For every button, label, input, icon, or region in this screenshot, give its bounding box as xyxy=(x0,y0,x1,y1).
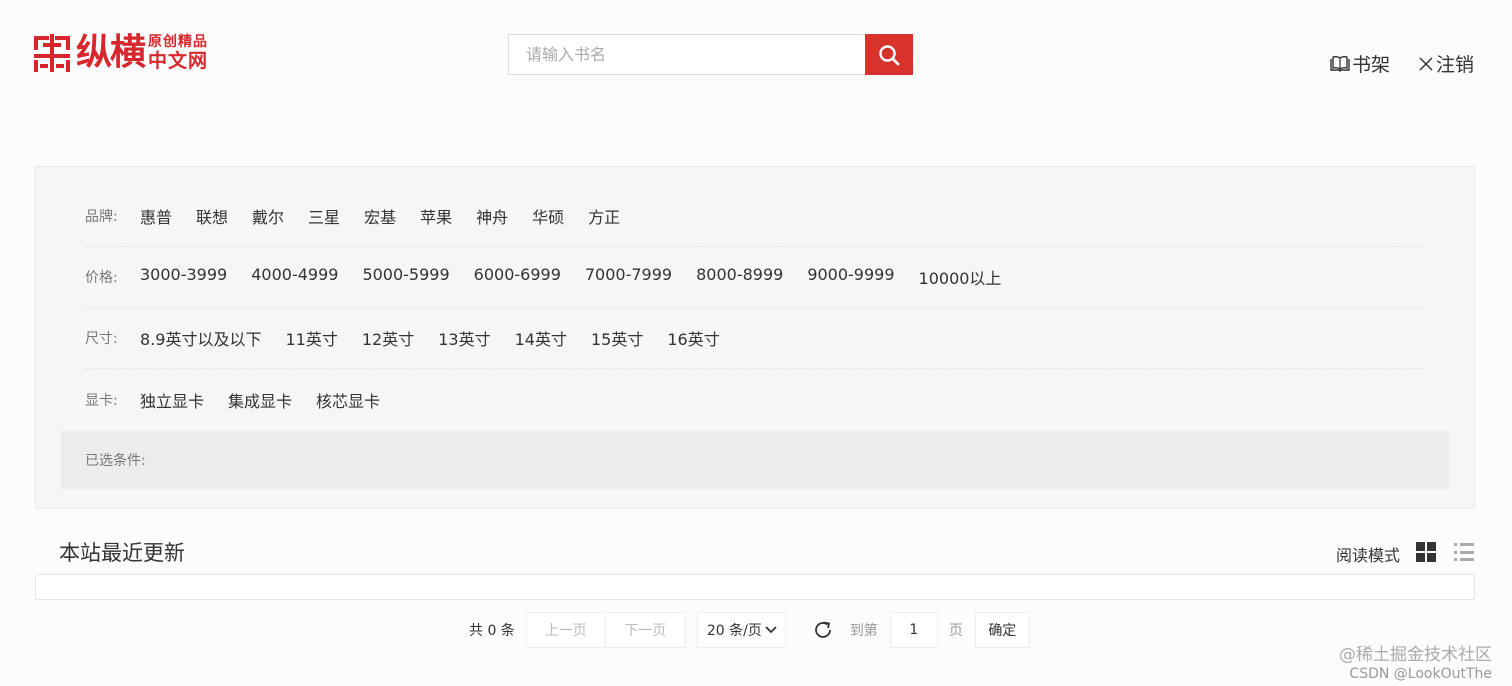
filter-option[interactable]: 联想 xyxy=(196,204,228,228)
filter-label: 价格: xyxy=(85,270,118,286)
filter-option[interactable]: 7000-7999 xyxy=(585,265,672,289)
next-page-button[interactable]: 下一页 xyxy=(605,612,686,648)
filter-option[interactable]: 10000以上 xyxy=(919,265,1002,289)
list-view-icon[interactable] xyxy=(1454,542,1474,562)
pagination: 共 0 条 上一页 下一页 20 条/页 到第 页 确定 xyxy=(469,612,1030,648)
filter-option[interactable]: 14英寸 xyxy=(515,326,567,350)
recent-list xyxy=(35,574,1475,600)
prev-page-button[interactable]: 上一页 xyxy=(525,612,606,648)
filter-option[interactable]: 12英寸 xyxy=(362,326,414,350)
watermark: @稀土掘金技术社区 CSDN @LookOutThe xyxy=(1339,646,1492,684)
search-input[interactable] xyxy=(508,34,865,75)
grid-view-icon[interactable] xyxy=(1416,542,1436,562)
filter-row-price: 价格: 3000-3999 4000-4999 5000-5999 6000-6… xyxy=(85,247,1425,308)
filter-row-brand: 品牌: 惠普 联想 戴尔 三星 宏基 苹果 神舟 华硕 方正 xyxy=(85,186,1425,247)
filter-option[interactable]: 三星 xyxy=(308,204,340,228)
chevron-down-icon xyxy=(765,626,777,634)
bookshelf-label: 书架 xyxy=(1351,54,1390,76)
logo-mark-icon xyxy=(34,34,70,72)
filter-option[interactable]: 独立显卡 xyxy=(140,388,204,412)
selected-conditions-label: 已选条件: xyxy=(85,453,146,469)
logout-label: 注销 xyxy=(1435,54,1474,76)
filter-option[interactable]: 集成显卡 xyxy=(228,388,292,412)
logo-main-text: 纵横 xyxy=(76,32,146,73)
watermark-line-1: @稀土掘金技术社区 xyxy=(1339,645,1492,665)
site-logo[interactable]: 纵横 原创精品 中文网 xyxy=(34,33,208,73)
page-size-select[interactable]: 20 条/页 xyxy=(696,612,786,648)
filter-option[interactable]: 华硕 xyxy=(532,204,564,228)
filter-option[interactable]: 13英寸 xyxy=(438,326,490,350)
refresh-icon[interactable] xyxy=(812,619,834,641)
bookshelf-link[interactable]: 书架 xyxy=(1330,50,1390,77)
logo-tagline: 原创精品 xyxy=(148,34,209,50)
filter-option[interactable]: 16英寸 xyxy=(667,326,719,350)
confirm-button[interactable]: 确定 xyxy=(974,612,1030,648)
filter-option[interactable]: 戴尔 xyxy=(252,204,284,228)
filter-option[interactable]: 方正 xyxy=(588,204,620,228)
filter-panel: 品牌: 惠普 联想 戴尔 三星 宏基 苹果 神舟 华硕 方正 价格: 3000-… xyxy=(35,166,1475,509)
filter-option[interactable]: 4000-4999 xyxy=(251,265,338,289)
search-button[interactable] xyxy=(865,34,913,75)
filter-label: 品牌: xyxy=(85,209,118,225)
filter-option[interactable]: 神舟 xyxy=(476,204,508,228)
filter-option[interactable]: 宏基 xyxy=(364,204,396,228)
top-links: 书架 注销 xyxy=(1330,50,1474,77)
filter-option[interactable]: 惠普 xyxy=(140,204,172,228)
book-icon xyxy=(1330,55,1350,72)
goto-label: 到第 xyxy=(849,623,878,639)
filter-option[interactable]: 3000-3999 xyxy=(140,265,227,289)
search-icon xyxy=(879,44,900,65)
read-mode-switch: 阅读模式 xyxy=(1336,538,1474,566)
filter-row-gpu: 显卡: 独立显卡 集成显卡 核芯显卡 xyxy=(85,369,1425,430)
filter-option[interactable]: 8000-8999 xyxy=(696,265,783,289)
page-unit-label: 页 xyxy=(948,623,963,639)
search-bar xyxy=(508,34,913,75)
filter-option[interactable]: 6000-6999 xyxy=(474,265,561,289)
page-number-input[interactable] xyxy=(889,612,938,648)
close-icon xyxy=(1419,57,1433,70)
filter-option[interactable]: 11英寸 xyxy=(285,326,337,350)
filter-option[interactable]: 苹果 xyxy=(420,204,452,228)
filter-option[interactable]: 15英寸 xyxy=(591,326,643,350)
filter-label: 显卡: xyxy=(85,392,118,409)
filter-option[interactable]: 核芯显卡 xyxy=(316,388,380,412)
section-title: 本站最近更新 xyxy=(59,541,185,565)
filter-label: 尺寸: xyxy=(85,331,118,347)
page-size-value: 20 条/页 xyxy=(706,623,762,639)
filter-option[interactable]: 9000-9999 xyxy=(807,265,894,289)
read-mode-label: 阅读模式 xyxy=(1335,546,1400,565)
selected-conditions: 已选条件: xyxy=(61,431,1449,489)
total-count: 共 0 条 xyxy=(469,623,515,639)
logo-site-name: 中文网 xyxy=(148,50,209,72)
watermark-line-2: CSDN @LookOutThe xyxy=(1349,666,1492,682)
filter-row-size: 尺寸: 8.9英寸以及以下 11英寸 12英寸 13英寸 14英寸 15英寸 1… xyxy=(85,308,1425,369)
logout-link[interactable]: 注销 xyxy=(1418,50,1474,77)
filter-option[interactable]: 5000-5999 xyxy=(362,265,449,289)
filter-option[interactable]: 8.9英寸以及以下 xyxy=(140,326,261,350)
